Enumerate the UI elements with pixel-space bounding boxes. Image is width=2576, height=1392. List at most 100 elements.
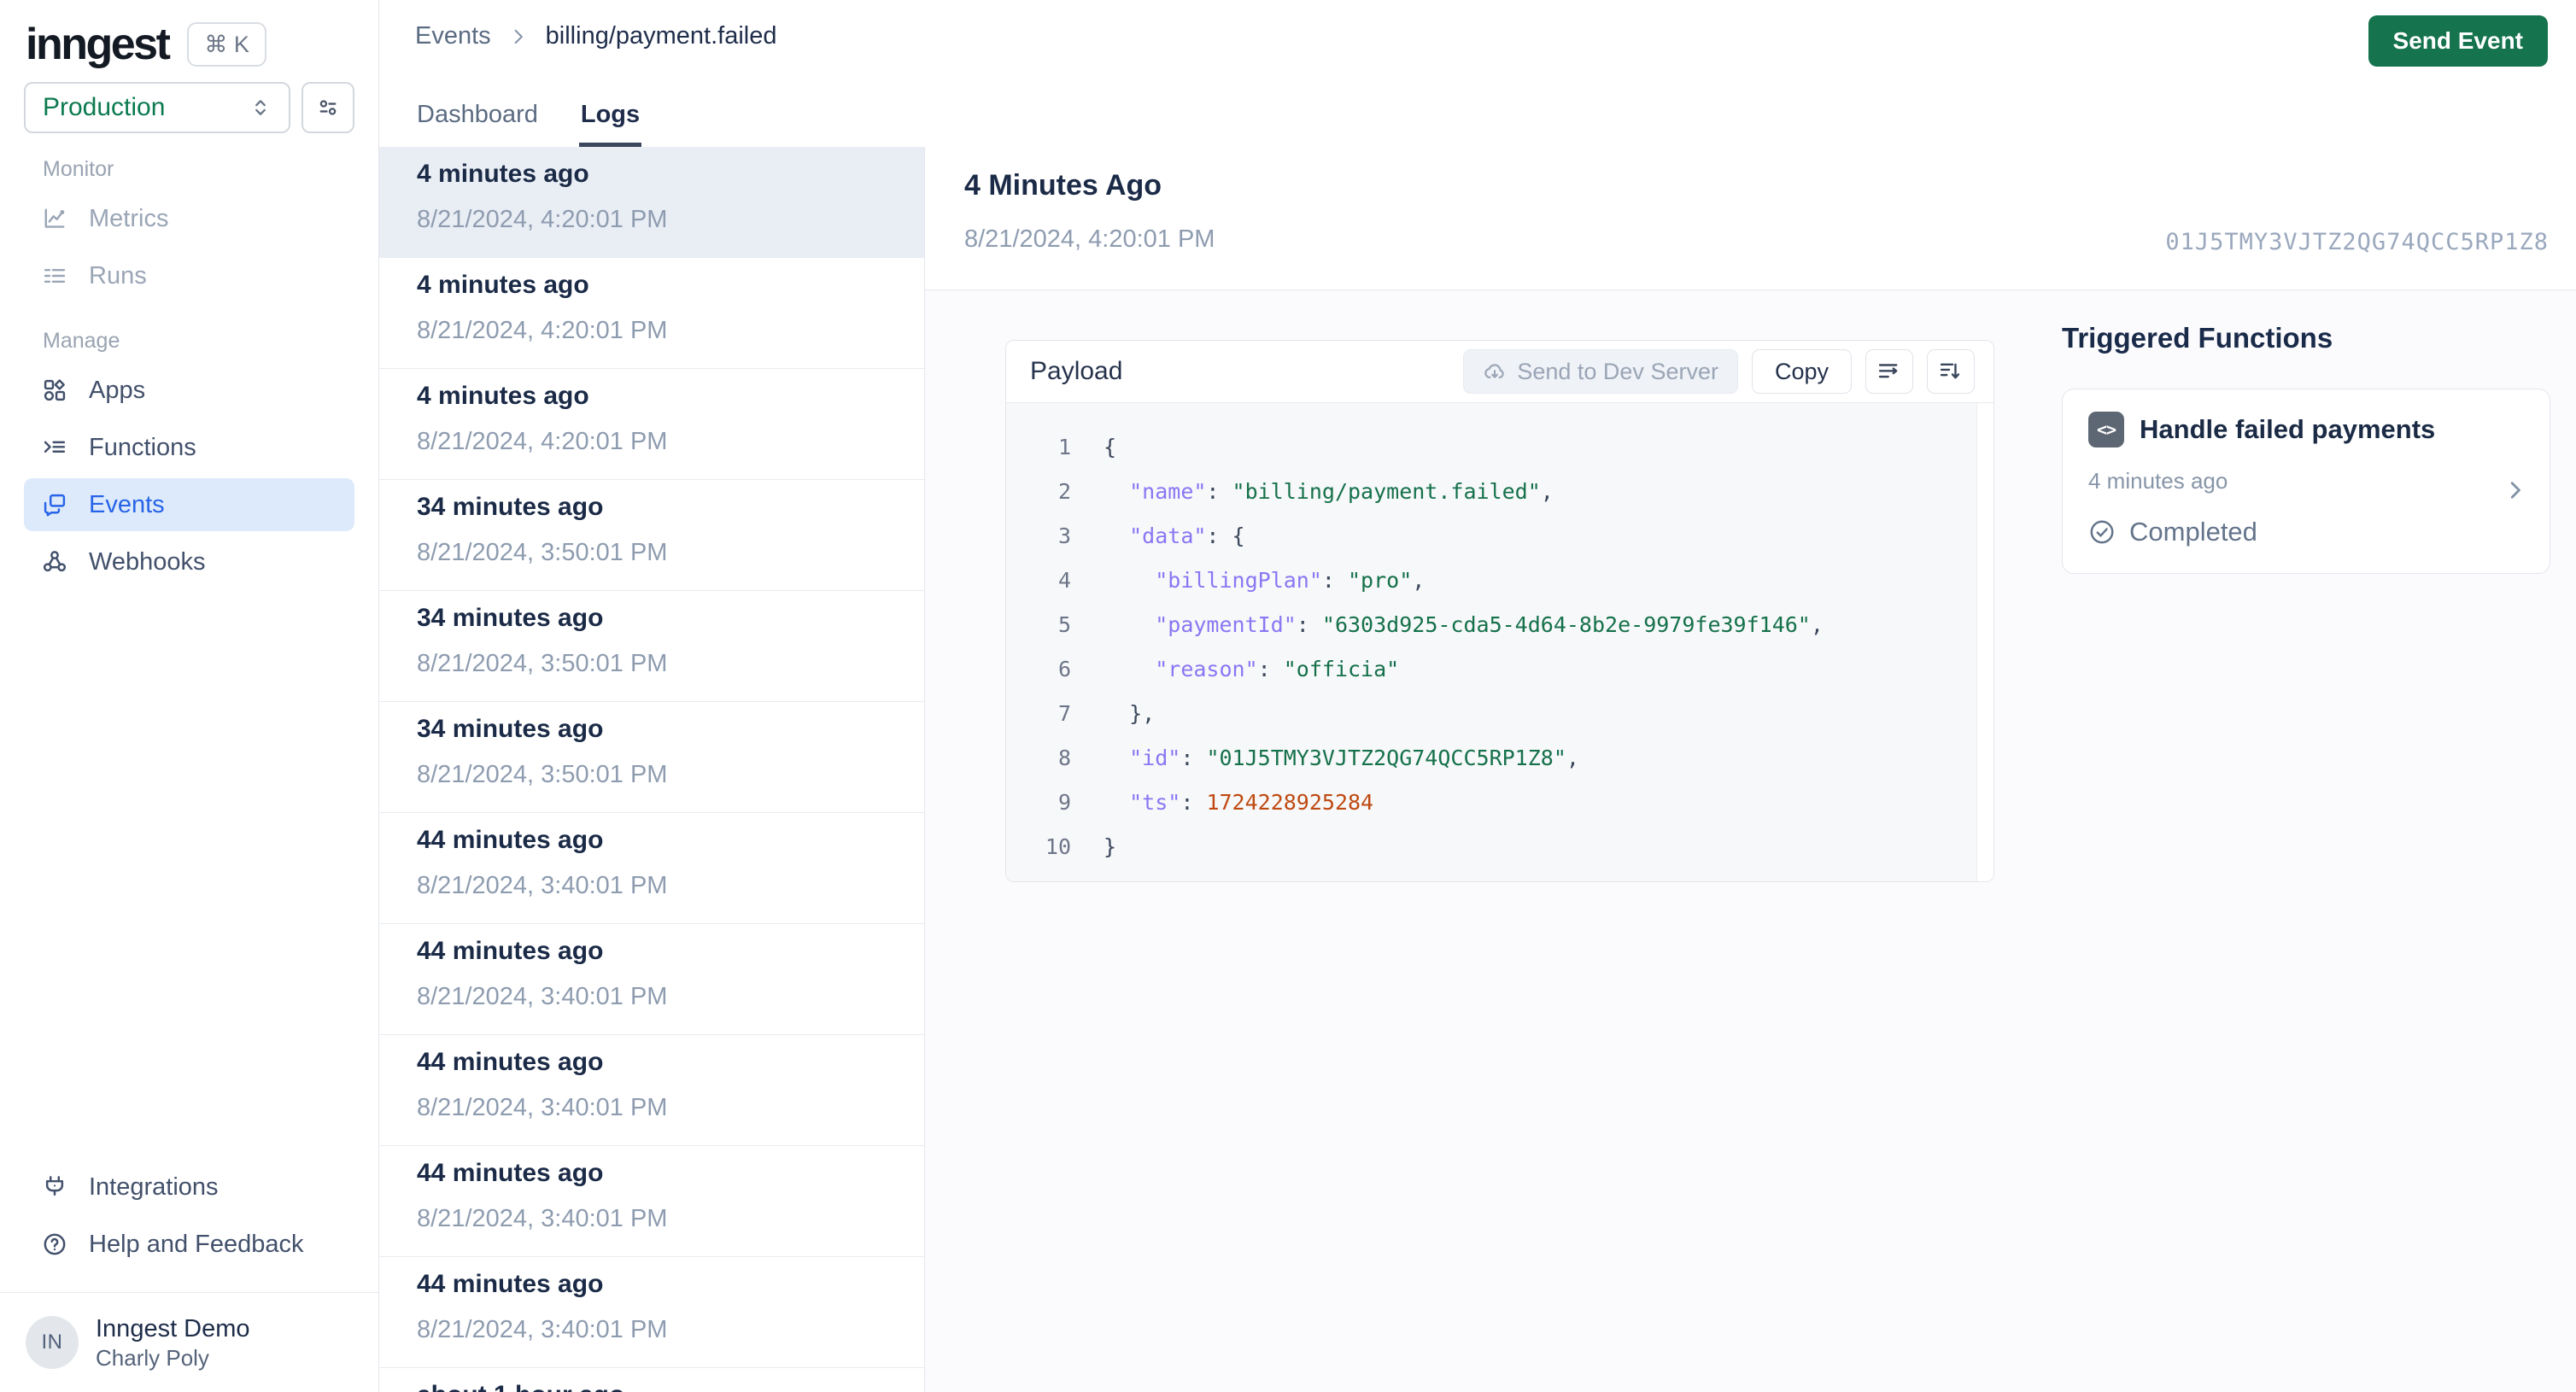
- sidebar-item-help[interactable]: Help and Feedback: [24, 1218, 354, 1271]
- code-text: "name": "billing/payment.failed",: [1129, 479, 1554, 504]
- inngest-logo[interactable]: inngest: [26, 19, 171, 70]
- sidebar-item-webhooks[interactable]: Webhooks: [24, 535, 354, 588]
- function-status-label: Completed: [2129, 517, 2257, 547]
- word-wrap-button[interactable]: [1865, 349, 1913, 394]
- code-text: "paymentId": "6303d925-cda5-4d64-8b2e-99…: [1155, 612, 1824, 637]
- line-number: 2: [1057, 479, 1071, 504]
- payload-toolbar: Payload Send to Dev Server Copy: [1006, 341, 1993, 402]
- avatar: IN: [26, 1316, 79, 1369]
- event-relative-time: about 1 hour ago: [417, 1380, 924, 1392]
- event-list-item[interactable]: 44 minutes ago 8/21/2024, 3:40:01 PM: [379, 1035, 924, 1146]
- sidebar-item-label: Functions: [89, 433, 196, 461]
- event-relative-time: 34 minutes ago: [417, 604, 604, 632]
- sidebar-item-functions[interactable]: Functions: [24, 421, 354, 474]
- environment-label: Production: [43, 93, 166, 121]
- line-number: 4: [1057, 568, 1071, 593]
- tab-dashboard[interactable]: Dashboard: [415, 101, 540, 147]
- event-list-item[interactable]: 4 minutes ago 8/21/2024, 4:20:01 PM: [379, 258, 924, 369]
- code-text: "id": "01J5TMY3VJTZ2QG74QCC5RP1Z8",: [1129, 746, 1579, 770]
- event-timestamp: 8/21/2024, 3:40:01 PM: [417, 872, 668, 899]
- environment-select[interactable]: Production: [24, 82, 290, 133]
- breadcrumb-events-link[interactable]: Events: [415, 22, 491, 50]
- terminal-list-icon: [41, 434, 68, 461]
- user-info: Inngest Demo Charly Poly: [96, 1313, 250, 1372]
- triggered-functions-panel: Triggered Functions <> Handle failed pay…: [2062, 321, 2550, 574]
- line-number: 9: [1057, 790, 1071, 815]
- runs-list-icon: [41, 262, 68, 290]
- line-number: 8: [1057, 746, 1071, 770]
- breadcrumb-current: billing/payment.failed: [545, 22, 777, 50]
- event-list-item[interactable]: 44 minutes ago 8/21/2024, 3:40:01 PM: [379, 1257, 924, 1368]
- event-list-item[interactable]: 34 minutes ago 8/21/2024, 3:50:01 PM: [379, 591, 924, 702]
- sidebar-item-apps[interactable]: Apps: [24, 364, 354, 417]
- topbar: Events billing/payment.failed Dashboard …: [379, 0, 2576, 147]
- send-event-button[interactable]: Send Event: [2368, 15, 2548, 67]
- expand-lines-button[interactable]: [1927, 349, 1975, 394]
- event-relative-time: 4 minutes ago: [417, 271, 589, 299]
- sidebar-item-events[interactable]: Events: [24, 478, 354, 531]
- events-windows-icon: [41, 491, 68, 518]
- code-line: 2 "name": "billing/payment.failed",: [1032, 470, 1959, 514]
- event-list-item[interactable]: 44 minutes ago 8/21/2024, 3:40:01 PM: [379, 813, 924, 924]
- tab-logs[interactable]: Logs: [578, 101, 642, 147]
- lines-arrow-down-icon: [1938, 359, 1964, 384]
- line-chart-icon: [41, 205, 68, 232]
- code-text: "billingPlan": "pro",: [1155, 568, 1426, 593]
- sidebar-item-runs[interactable]: Runs: [24, 249, 354, 302]
- event-list: 4 minutes ago 8/21/2024, 4:20:01 PM 4 minu…: [379, 147, 925, 1392]
- detail-title: 4 Minutes Ago: [964, 169, 1162, 202]
- sidebar-footer: Integrations Help and Feedback: [0, 1161, 378, 1292]
- code-text: "ts": 1724228925284: [1129, 790, 1374, 815]
- line-number: 1: [1057, 435, 1071, 459]
- sidebar-header: inngest ⌘ K: [0, 0, 378, 70]
- breadcrumb: Events billing/payment.failed: [415, 22, 777, 50]
- event-relative-time: 4 minutes ago: [417, 160, 589, 188]
- sidebar-item-label: Runs: [89, 261, 147, 290]
- sidebar-item-integrations[interactable]: Integrations: [24, 1161, 354, 1214]
- event-timestamp: 8/21/2024, 4:20:01 PM: [417, 206, 668, 233]
- sliders-icon: [316, 96, 340, 120]
- user-org: Inngest Demo: [96, 1315, 250, 1342]
- code-text: },: [1104, 701, 1156, 726]
- sidebar-item-label: Apps: [89, 376, 146, 404]
- code-line: 10}: [1032, 825, 1959, 869]
- event-relative-time: 34 minutes ago: [417, 715, 604, 743]
- triggered-function-card[interactable]: <> Handle failed payments 4 minutes ago: [2062, 389, 2550, 574]
- code-text: }: [1104, 834, 1117, 859]
- chevron-right-icon: [508, 26, 529, 47]
- copy-button[interactable]: Copy: [1751, 349, 1852, 394]
- sidebar-nav: Monitor Metrics Runs Manage Apps Functio…: [0, 133, 378, 593]
- event-timestamp: 8/21/2024, 3:40:01 PM: [417, 1094, 668, 1121]
- environment-settings-button[interactable]: [302, 82, 354, 133]
- event-list-item[interactable]: 4 minutes ago 8/21/2024, 4:20:01 PM: [379, 369, 924, 480]
- nav-section-manage: Manage: [43, 329, 120, 353]
- event-timestamp: 8/21/2024, 4:20:01 PM: [417, 428, 668, 455]
- line-number: 7: [1057, 701, 1071, 726]
- cloud-download-icon: [1483, 360, 1507, 383]
- event-relative-time: 44 minutes ago: [417, 1270, 604, 1298]
- command-palette-shortcut[interactable]: ⌘ K: [187, 22, 266, 67]
- line-number: 10: [1045, 834, 1071, 859]
- nav-section-monitor: Monitor: [43, 157, 114, 181]
- code-scrollbar-gutter[interactable]: [1976, 403, 1993, 881]
- code-text: "data": {: [1129, 523, 1245, 548]
- user-menu[interactable]: IN Inngest Demo Charly Poly: [0, 1293, 378, 1392]
- event-list-item[interactable]: 34 minutes ago 8/21/2024, 3:50:01 PM: [379, 702, 924, 813]
- code-line: 3 "data": {: [1032, 514, 1959, 559]
- function-name-row: <> Handle failed payments: [2088, 412, 2526, 447]
- event-list-item[interactable]: about 1 hour ago: [379, 1368, 924, 1392]
- code-line: 5 "paymentId": "6303d925-cda5-4d64-8b2e-…: [1032, 603, 1959, 647]
- send-to-dev-server-button[interactable]: Send to Dev Server: [1463, 349, 1738, 394]
- event-relative-time: 44 minutes ago: [417, 1048, 604, 1076]
- event-list-item[interactable]: 4 minutes ago 8/21/2024, 4:20:01 PM: [379, 147, 924, 258]
- code-line: 8 "id": "01J5TMY3VJTZ2QG74QCC5RP1Z8",: [1032, 736, 1959, 781]
- sidebar-item-metrics[interactable]: Metrics: [24, 192, 354, 245]
- event-list-item[interactable]: 44 minutes ago 8/21/2024, 3:40:01 PM: [379, 924, 924, 1035]
- tabs: Dashboard Logs: [415, 101, 642, 147]
- event-list-item[interactable]: 34 minutes ago 8/21/2024, 3:50:01 PM: [379, 480, 924, 591]
- line-number: 3: [1057, 523, 1071, 548]
- sidebar: inngest ⌘ K Production Monitor Metrics R…: [0, 0, 379, 1392]
- environment-row: Production: [0, 82, 378, 133]
- event-list-item[interactable]: 44 minutes ago 8/21/2024, 3:40:01 PM: [379, 1146, 924, 1257]
- line-number: 6: [1057, 657, 1071, 681]
